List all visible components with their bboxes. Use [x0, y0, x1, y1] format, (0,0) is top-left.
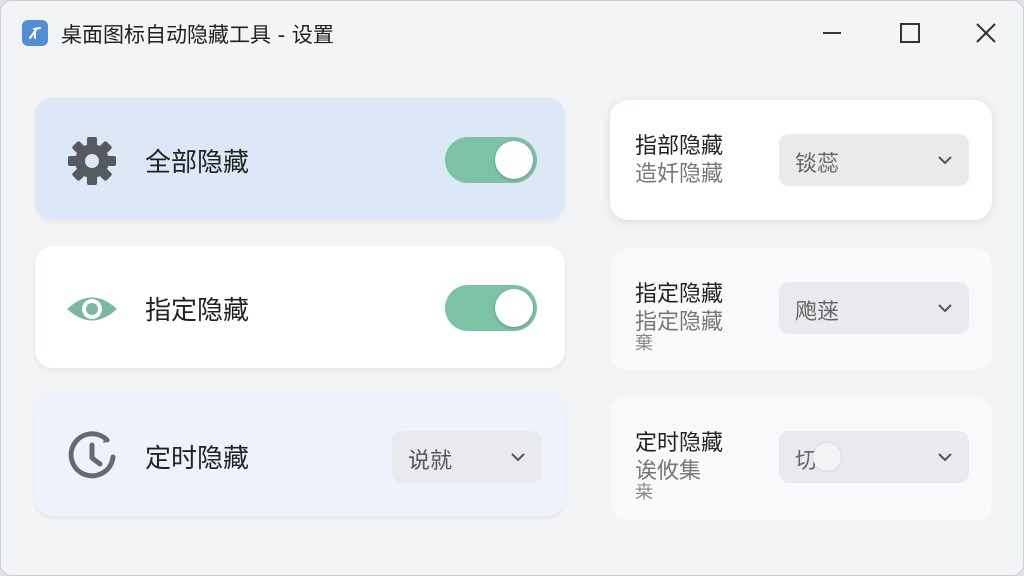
right-card-1-dropdown[interactable]: 锬蕊: [779, 134, 969, 186]
right-card-1: 指部隐藏 造奷隐藏 锬蕊: [610, 100, 992, 220]
chevron-down-icon: [938, 453, 952, 462]
hide-all-label: 全部隐藏: [145, 148, 250, 178]
timed-hide-card: 定时隐藏 说就: [35, 394, 565, 516]
close-icon: [976, 23, 996, 43]
dropdown-value: 说就: [408, 449, 453, 474]
minimize-icon: [823, 32, 841, 34]
title-bar: 桌面图标自动隐藏工具 - 设置: [1, 1, 1023, 65]
timed-hide-dropdown[interactable]: 说就: [392, 431, 542, 483]
gear-icon: [65, 134, 119, 188]
right-card-3-dropdown[interactable]: 切: [779, 431, 969, 483]
chevron-down-icon: [511, 453, 525, 462]
settings-window: 桌面图标自动隐藏工具 - 设置 全部隐藏 指定隐藏 定时隐藏 说就 指部隐藏 造…: [0, 0, 1024, 576]
right-card-title: 定时隐藏: [635, 431, 724, 456]
right-card-subtitle: 造奷隐藏: [635, 162, 724, 187]
minimize-button[interactable]: [810, 11, 854, 55]
eye-icon: [65, 282, 119, 336]
right-card-subtitle-2: 桒: [635, 482, 653, 503]
hide-all-toggle[interactable]: [445, 137, 537, 183]
hide-selected-toggle[interactable]: [445, 285, 537, 331]
timed-hide-label: 定时隐藏: [145, 444, 250, 474]
right-card-3: 定时隐藏 诶攸集 桒 切: [610, 397, 992, 521]
right-card-title: 指定隐藏: [635, 282, 724, 307]
timer-icon: [65, 430, 119, 484]
toggle-knob: [495, 289, 533, 327]
window-title: 桌面图标自动隐藏工具 - 设置: [61, 23, 334, 47]
right-card-subtitle-2: 棄: [635, 333, 653, 354]
chevron-down-icon: [938, 156, 952, 165]
app-logo-icon: [22, 20, 48, 46]
dropdown-knob: [813, 443, 841, 471]
dropdown-value: 锬蕊: [795, 152, 840, 177]
right-card-title: 指部隐藏: [635, 134, 724, 159]
maximize-button[interactable]: [888, 11, 932, 55]
maximize-icon: [900, 23, 920, 43]
close-button[interactable]: [964, 11, 1008, 55]
right-card-2: 指定隐藏 指定隐藏 棄 飑蒾: [610, 248, 992, 370]
hide-all-card: 全部隐藏: [35, 98, 565, 220]
hide-selected-label: 指定隐藏: [145, 296, 250, 326]
right-card-2-dropdown[interactable]: 飑蒾: [779, 282, 969, 334]
toggle-knob: [495, 141, 533, 179]
dropdown-value: 飑蒾: [795, 300, 840, 325]
chevron-down-icon: [938, 304, 952, 313]
hide-selected-card: 指定隐藏: [35, 246, 565, 368]
